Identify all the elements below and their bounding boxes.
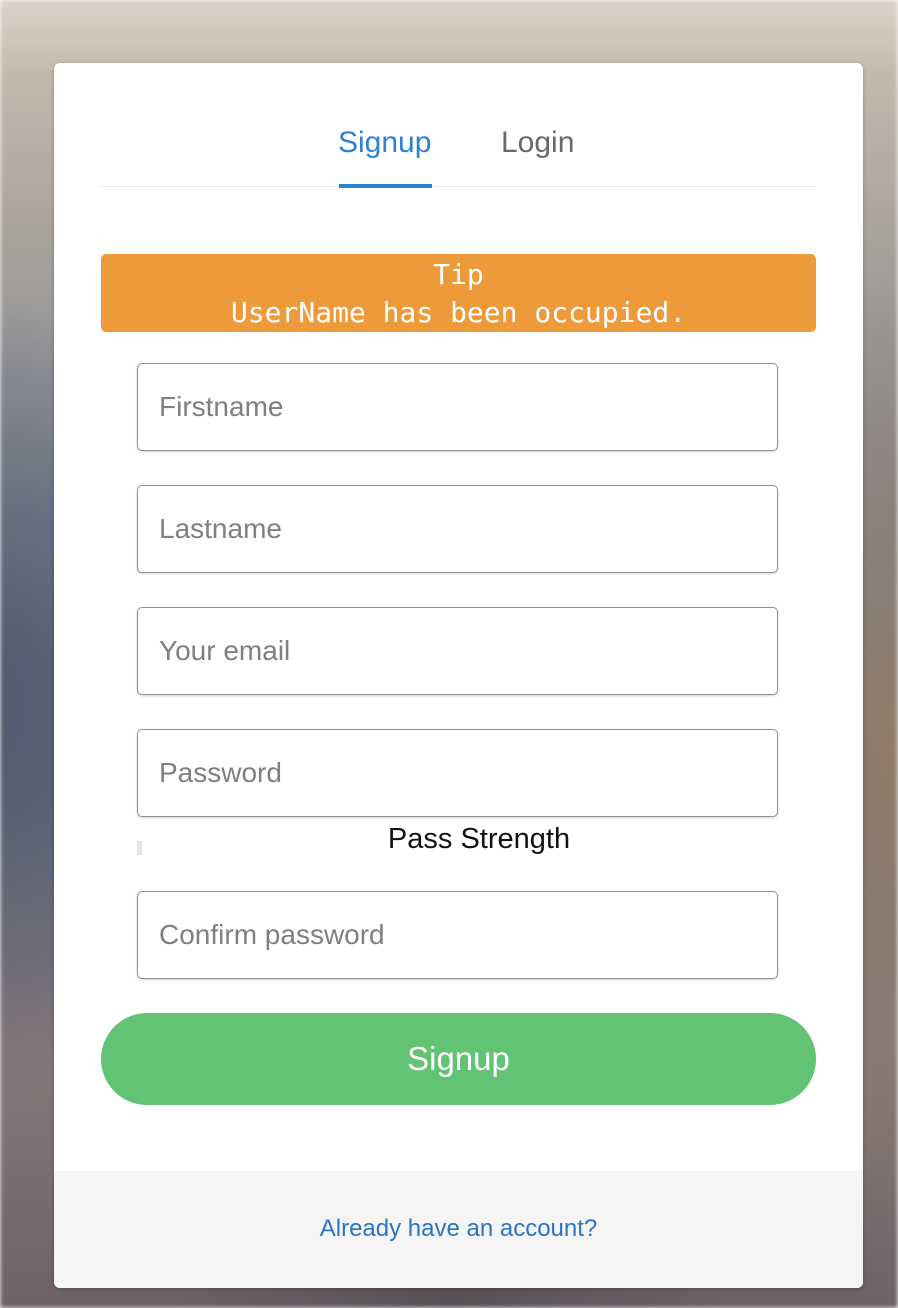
firstname-field[interactable] xyxy=(137,363,778,451)
signup-card: Signup Login Tip UserName has been occup… xyxy=(54,63,863,1288)
password-strength-label: Pass Strength xyxy=(387,823,571,855)
login-link[interactable]: Already have an account? xyxy=(54,1215,863,1243)
auth-tabs: Signup Login xyxy=(101,63,816,188)
tab-signup[interactable]: Signup xyxy=(338,125,433,188)
alert-title: Tip xyxy=(433,258,484,291)
email-field[interactable] xyxy=(137,607,778,695)
confirm-password-field[interactable] xyxy=(137,891,778,979)
card-footer: Already have an account? xyxy=(54,1171,863,1288)
signup-button[interactable]: Signup xyxy=(101,1013,816,1105)
tip-alert: Tip UserName has been occupied. xyxy=(101,254,816,332)
password-field[interactable] xyxy=(137,729,778,817)
tab-login[interactable]: Login xyxy=(501,125,574,187)
lastname-field[interactable] xyxy=(137,485,778,573)
alert-message: UserName has been occupied. xyxy=(230,296,687,329)
